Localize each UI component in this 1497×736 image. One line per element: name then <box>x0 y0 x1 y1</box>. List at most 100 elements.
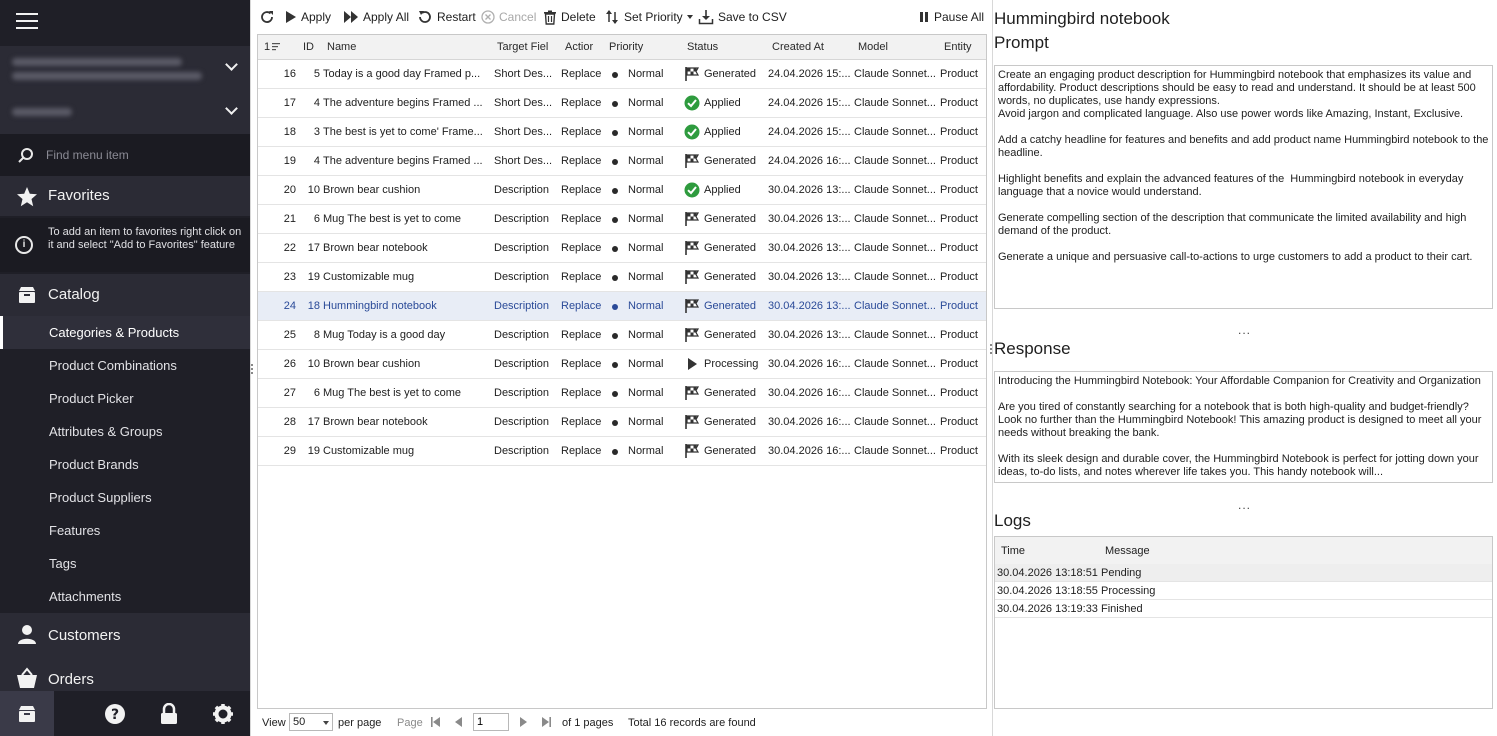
sidebar-item-attachments[interactable]: Attachments <box>0 580 250 613</box>
page-number-input[interactable] <box>473 713 509 731</box>
table-row[interactable]: 18 3 The best is yet to come' Frame... Shor… <box>258 118 986 147</box>
logs-column-time[interactable]: Time <box>1001 545 1025 558</box>
cell-name: Brown bear notebook <box>323 242 428 254</box>
sidebar-item-label: Categories & Products <box>49 325 180 340</box>
sidebar-item-product-brands[interactable]: Product Brands <box>0 448 250 481</box>
column-header-created-at[interactable]: Created At <box>772 41 824 53</box>
catalog-home-button[interactable] <box>0 691 54 736</box>
sidebar-footer: ? <box>0 691 250 736</box>
status-flag-icon <box>685 444 700 458</box>
shopping-basket-icon <box>17 667 37 688</box>
table-row[interactable]: 24 18 Hummingbird notebook Description Repla… <box>258 292 986 321</box>
table-row[interactable]: 20 10 Brown bear cushion Description Replace… <box>258 176 986 205</box>
prompt-resize-handle[interactable]: ... <box>1238 323 1251 337</box>
table-row[interactable]: 25 8 Mug Today is a good day Description Rep… <box>258 321 986 350</box>
table-row[interactable]: 26 10 Brown bear cushion Description Replace… <box>258 350 986 379</box>
sidebar-item-label: Product Picker <box>49 391 134 406</box>
apply-button[interactable]: Apply <box>285 8 331 26</box>
table-row[interactable]: 16 5 Today is a good day Framed p... Short … <box>258 60 986 89</box>
store-selector[interactable] <box>0 90 250 134</box>
apply-all-button[interactable]: Apply All <box>343 8 409 26</box>
column-header-target-field[interactable]: Target Fiel <box>497 41 548 53</box>
sidebar-favorites[interactable]: Favorites <box>0 176 250 216</box>
column-header-priority[interactable]: Priority <box>609 41 643 53</box>
log-row[interactable]: 30.04.2026 13:18:51 Pending <box>995 564 1492 582</box>
cell-entity: Product <box>940 271 978 283</box>
column-header-action[interactable]: Actior <box>565 41 593 53</box>
priority-dot-icon <box>612 246 618 252</box>
orders-label: Orders <box>48 671 94 688</box>
page-size-select[interactable]: 50 <box>289 713 333 731</box>
hamburger-menu-icon[interactable] <box>16 13 38 31</box>
response-textbox[interactable]: Introducing the Hummingbird Notebook: Yo… <box>994 371 1493 483</box>
delete-button[interactable]: Delete <box>543 8 596 26</box>
svg-text:?: ? <box>111 707 119 723</box>
log-row[interactable]: 30.04.2026 13:19:33 Finished <box>995 600 1492 618</box>
sidebar-item-tags[interactable]: Tags <box>0 547 250 580</box>
sidebar-item-categories-products[interactable]: Categories & Products <box>0 316 250 349</box>
pause-all-button[interactable]: Pause All <box>918 8 984 26</box>
last-page-icon[interactable] <box>540 716 552 728</box>
refresh-button[interactable] <box>259 8 279 26</box>
priority-dot-icon <box>612 159 618 165</box>
log-time: 30.04.2026 13:18:55 <box>997 585 1098 597</box>
table-row[interactable]: 28 17 Brown bear notebook Description Replac… <box>258 408 986 437</box>
sidebar-orders[interactable]: Orders <box>0 657 250 691</box>
column-header-id[interactable]: ID <box>303 41 314 53</box>
table-row[interactable]: 21 6 Mug The best is yet to come Descriptio… <box>258 205 986 234</box>
sidebar-item-product-picker[interactable]: Product Picker <box>0 382 250 415</box>
column-header-model[interactable]: Model <box>858 41 888 53</box>
menu-search-input[interactable] <box>46 146 236 164</box>
table-row[interactable]: 27 6 Mug The best is yet to come Descriptio… <box>258 379 986 408</box>
cell-n: 25 <box>283 329 296 341</box>
table-row[interactable]: 29 19 Customizable mug Description Replace No… <box>258 437 986 466</box>
table-row[interactable]: 22 17 Brown bear notebook Description Replac… <box>258 234 986 263</box>
cell-created: 30.04.2026 13:... <box>768 300 851 312</box>
status-flag-icon <box>685 386 700 400</box>
previous-page-icon[interactable] <box>453 716 465 728</box>
cell-status: Applied <box>704 126 741 138</box>
cancel-button[interactable]: Cancel <box>481 8 536 26</box>
cell-model: Claude Sonnet... <box>854 242 936 254</box>
sidebar-item-label: Attachments <box>49 589 122 604</box>
cell-created: 30.04.2026 16:... <box>768 387 851 399</box>
restart-button[interactable]: Restart <box>417 8 476 26</box>
set-priority-dropdown[interactable]: Set Priority <box>604 8 698 26</box>
sidebar-catalog[interactable]: Catalog <box>0 274 250 316</box>
next-page-icon[interactable] <box>517 716 529 728</box>
table-row[interactable]: 19 4 The adventure begins Framed ... Short … <box>258 147 986 176</box>
column-header-name[interactable]: Name <box>327 41 356 53</box>
restart-icon <box>419 11 431 23</box>
log-message: Processing <box>1101 585 1156 597</box>
sidebar-customers[interactable]: Customers <box>0 613 250 657</box>
log-row[interactable]: 30.04.2026 13:18:55 Processing <box>995 582 1492 600</box>
lock-icon[interactable] <box>158 703 180 725</box>
first-page-icon[interactable] <box>430 716 442 728</box>
sidebar-item-product-combinations[interactable]: Product Combinations <box>0 349 250 382</box>
panel-splitter-handle[interactable] <box>251 364 254 374</box>
cell-n: 20 <box>283 184 296 196</box>
sidebar-item-product-suppliers[interactable]: Product Suppliers <box>0 481 250 514</box>
column-header-status[interactable]: Status <box>687 41 718 53</box>
table-row[interactable]: 17 4 The adventure begins Framed ... Short … <box>258 89 986 118</box>
detail-splitter-handle[interactable] <box>990 344 993 354</box>
save-to-csv-button[interactable]: Save to CSV <box>698 8 787 26</box>
help-icon[interactable]: ? <box>104 703 126 725</box>
response-resize-handle[interactable]: ... <box>1238 498 1251 512</box>
column-header-entity[interactable]: Entity <box>944 41 972 53</box>
dropdown-caret-icon <box>686 15 693 19</box>
favorites-hint-text: To add an item to favorites right click … <box>48 226 242 251</box>
settings-gear-icon[interactable] <box>212 703 234 725</box>
sidebar-item-features[interactable]: Features <box>0 514 250 547</box>
prompt-textbox[interactable]: Create an engaging product description f… <box>994 65 1493 309</box>
account-selector[interactable] <box>0 46 250 90</box>
sidebar-item-attributes-groups[interactable]: Attributes & Groups <box>0 415 250 448</box>
cell-action: Replace <box>561 358 602 370</box>
table-row[interactable]: 23 19 Customizable mug Description Replace No… <box>258 263 986 292</box>
cell-entity: Product <box>940 155 978 167</box>
cell-action: Replace <box>561 68 602 80</box>
play-icon <box>286 11 296 23</box>
column-header-row-number[interactable]: 1 <box>264 41 270 53</box>
status-flag-icon <box>685 241 700 255</box>
logs-column-message[interactable]: Message <box>1105 545 1150 558</box>
